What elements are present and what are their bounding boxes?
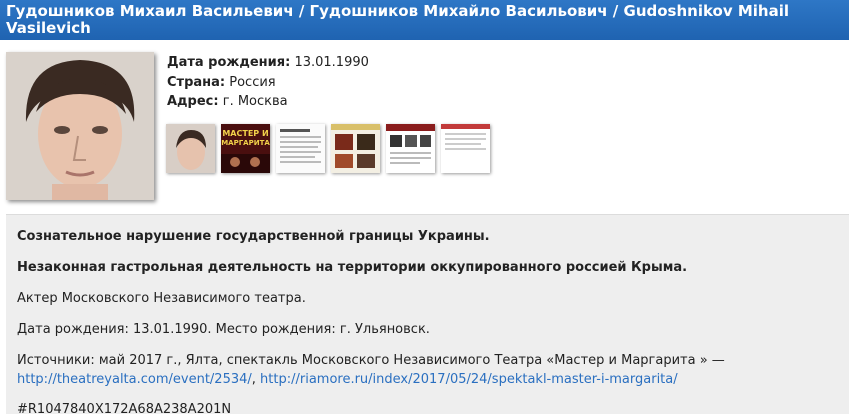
source-link-theatreyalta[interactable]: http://theatreyalta.com/event/2534/ bbox=[17, 372, 252, 387]
svg-text:МАСТЕР И: МАСТЕР И bbox=[222, 129, 268, 138]
country-value: Россия bbox=[229, 74, 276, 90]
page-header: Гудошников Михаил Васильевич / Гудошнико… bbox=[0, 0, 849, 40]
address-value: г. Москва bbox=[222, 94, 288, 109]
address-row: Адрес: г. Москва bbox=[167, 92, 369, 112]
country-row: Страна: Россия bbox=[167, 73, 369, 93]
violation-crimea: Незаконная гастрольная деятельность на т… bbox=[17, 260, 688, 275]
sources-text: Источники: май 2017 г., Ялта, спектакль … bbox=[17, 351, 849, 389]
poster-thumbnail[interactable]: МАСТЕР И МАРГАРИТА bbox=[221, 124, 270, 173]
birth-date-label: Дата рождения: bbox=[167, 55, 291, 70]
webpage-thumbnail-3[interactable] bbox=[386, 124, 435, 173]
country-label: Страна: bbox=[167, 74, 226, 90]
address-label: Адрес: bbox=[167, 94, 219, 109]
person-name-title: Гудошников Михаил Васильевич / Гудошнико… bbox=[6, 2, 790, 37]
birth-date-value: 13.01.1990 bbox=[294, 55, 369, 70]
profile-photo[interactable] bbox=[6, 52, 154, 200]
webpage-thumbnail-2[interactable] bbox=[331, 124, 380, 173]
occupation-text: Актер Московского Независимого театра. bbox=[17, 291, 306, 306]
violation-border: Сознательное нарушение государственной г… bbox=[17, 229, 490, 244]
sources-separator: , bbox=[251, 372, 261, 387]
birth-date-row: Дата рождения: 13.01.1990 bbox=[167, 53, 369, 73]
webpage-thumbnail-4[interactable] bbox=[441, 124, 490, 173]
birth-info-text: Дата рождения: 13.01.1990. Место рождени… bbox=[17, 322, 430, 337]
svg-text:МАРГАРИТА: МАРГАРИТА bbox=[221, 139, 270, 147]
portrait-thumbnail[interactable] bbox=[166, 124, 215, 173]
details-panel: Сознательное нарушение государственной г… bbox=[6, 214, 849, 417]
profile-info: Дата рождения: 13.01.1990 Страна: Россия… bbox=[167, 53, 369, 112]
source-link-riamore[interactable]: http://riamore.ru/index/2017/05/24/spekt… bbox=[260, 372, 678, 387]
article-thumbnail-1[interactable] bbox=[276, 124, 325, 173]
record-code: #R1047840X172A68A238A201N bbox=[17, 402, 232, 417]
sources-prefix: Источники: май 2017 г., Ялта, спектакль … bbox=[17, 353, 725, 368]
